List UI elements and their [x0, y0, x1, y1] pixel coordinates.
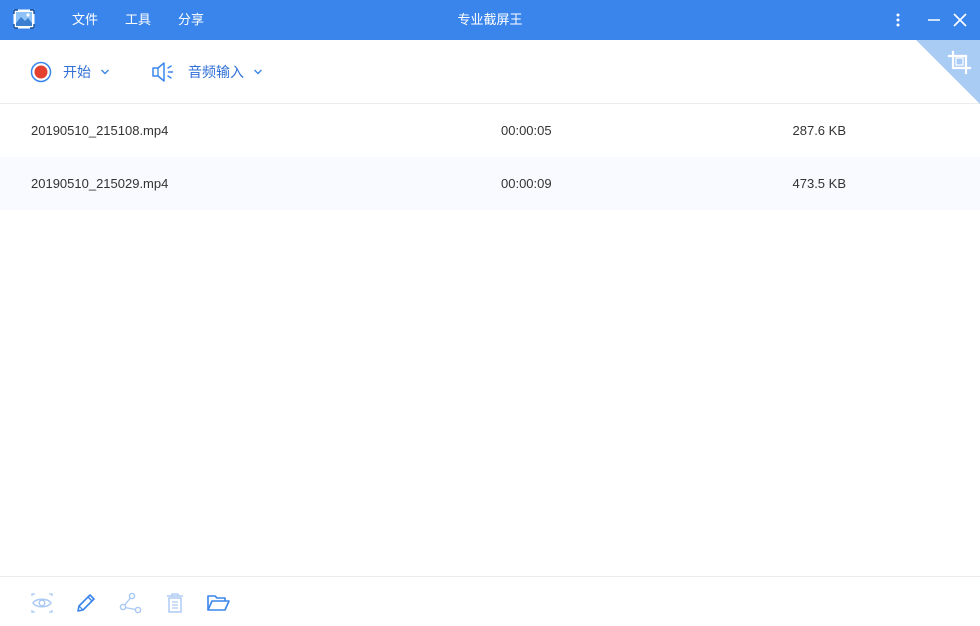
minimize-icon[interactable] [922, 8, 946, 32]
file-name: 20190510_215108.mp4 [31, 123, 169, 138]
share-icon[interactable] [118, 591, 142, 615]
trash-icon[interactable] [163, 591, 187, 615]
close-icon[interactable] [948, 8, 972, 32]
eye-icon[interactable] [30, 591, 54, 615]
file-duration: 00:00:05 [501, 123, 552, 138]
recording-list: 20190510_215108.mp4 00:00:05 287.6 KB 20… [0, 104, 980, 210]
folder-open-icon[interactable] [206, 591, 230, 615]
more-vertical-icon[interactable] [886, 8, 910, 32]
toolbar: 开始 音频输入 [0, 40, 980, 103]
pencil-icon[interactable] [74, 591, 98, 615]
chevron-down-icon [101, 69, 109, 74]
menu-bar: 文件 工具 分享 [60, 0, 216, 40]
title-bar: 文件 工具 分享 专业截屏王 [0, 0, 980, 40]
menu-file[interactable]: 文件 [60, 0, 110, 40]
chevron-down-icon [254, 69, 262, 74]
audio-input-label: 音频输入 [188, 63, 244, 80]
file-name: 20190510_215029.mp4 [31, 176, 169, 191]
audio-input-button[interactable]: 音频输入 [151, 40, 263, 103]
file-duration: 00:00:09 [501, 176, 552, 191]
start-label: 开始 [63, 63, 91, 80]
bottom-action-bar [0, 577, 980, 626]
file-size: 287.6 KB [792, 123, 847, 138]
list-item[interactable]: 20190510_215029.mp4 00:00:09 473.5 KB [0, 157, 980, 210]
menu-tools[interactable]: 工具 [113, 0, 163, 40]
app-window: 文件 工具 分享 专业截屏王 开始 音频输入 20190510_215108.m… [0, 0, 980, 626]
menu-share[interactable]: 分享 [166, 0, 216, 40]
start-record-button[interactable]: 开始 [30, 40, 110, 103]
speaker-icon [152, 61, 174, 82]
app-logo-icon[interactable] [13, 9, 35, 29]
record-icon [30, 61, 52, 82]
file-size: 473.5 KB [792, 176, 847, 191]
crop-icon[interactable] [916, 40, 980, 104]
list-item[interactable]: 20190510_215108.mp4 00:00:05 287.6 KB [0, 104, 980, 157]
